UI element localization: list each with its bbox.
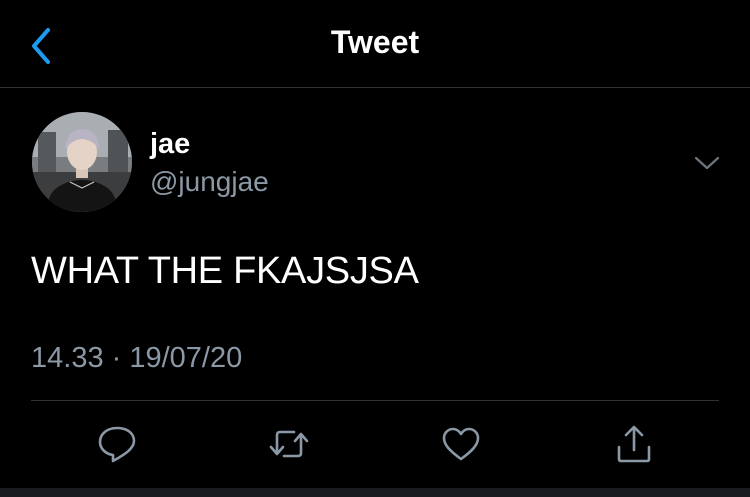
share-icon xyxy=(617,425,651,463)
author-display-name[interactable]: jae xyxy=(150,130,190,159)
like-button[interactable] xyxy=(440,423,482,465)
retweet-button[interactable] xyxy=(268,423,310,465)
top-nav-bar: Tweet xyxy=(0,0,750,88)
author-handle[interactable]: @jungjae xyxy=(150,168,269,196)
share-button[interactable] xyxy=(613,423,655,465)
tweet-timestamp[interactable]: 14.33 · 19/07/20 xyxy=(31,344,242,373)
heart-icon xyxy=(442,427,480,461)
avatar-image xyxy=(32,112,132,212)
chevron-down-icon xyxy=(694,156,720,170)
bottom-bar xyxy=(0,488,750,497)
tweet-menu-button[interactable] xyxy=(692,152,722,174)
divider xyxy=(31,400,719,401)
page-title: Tweet xyxy=(330,24,420,60)
reply-icon xyxy=(98,426,136,463)
retweet-icon xyxy=(269,430,309,458)
reply-button[interactable] xyxy=(96,423,138,465)
tweet-text: WHAT THE FKAJSJSA xyxy=(31,250,419,292)
avatar[interactable] xyxy=(32,112,132,212)
